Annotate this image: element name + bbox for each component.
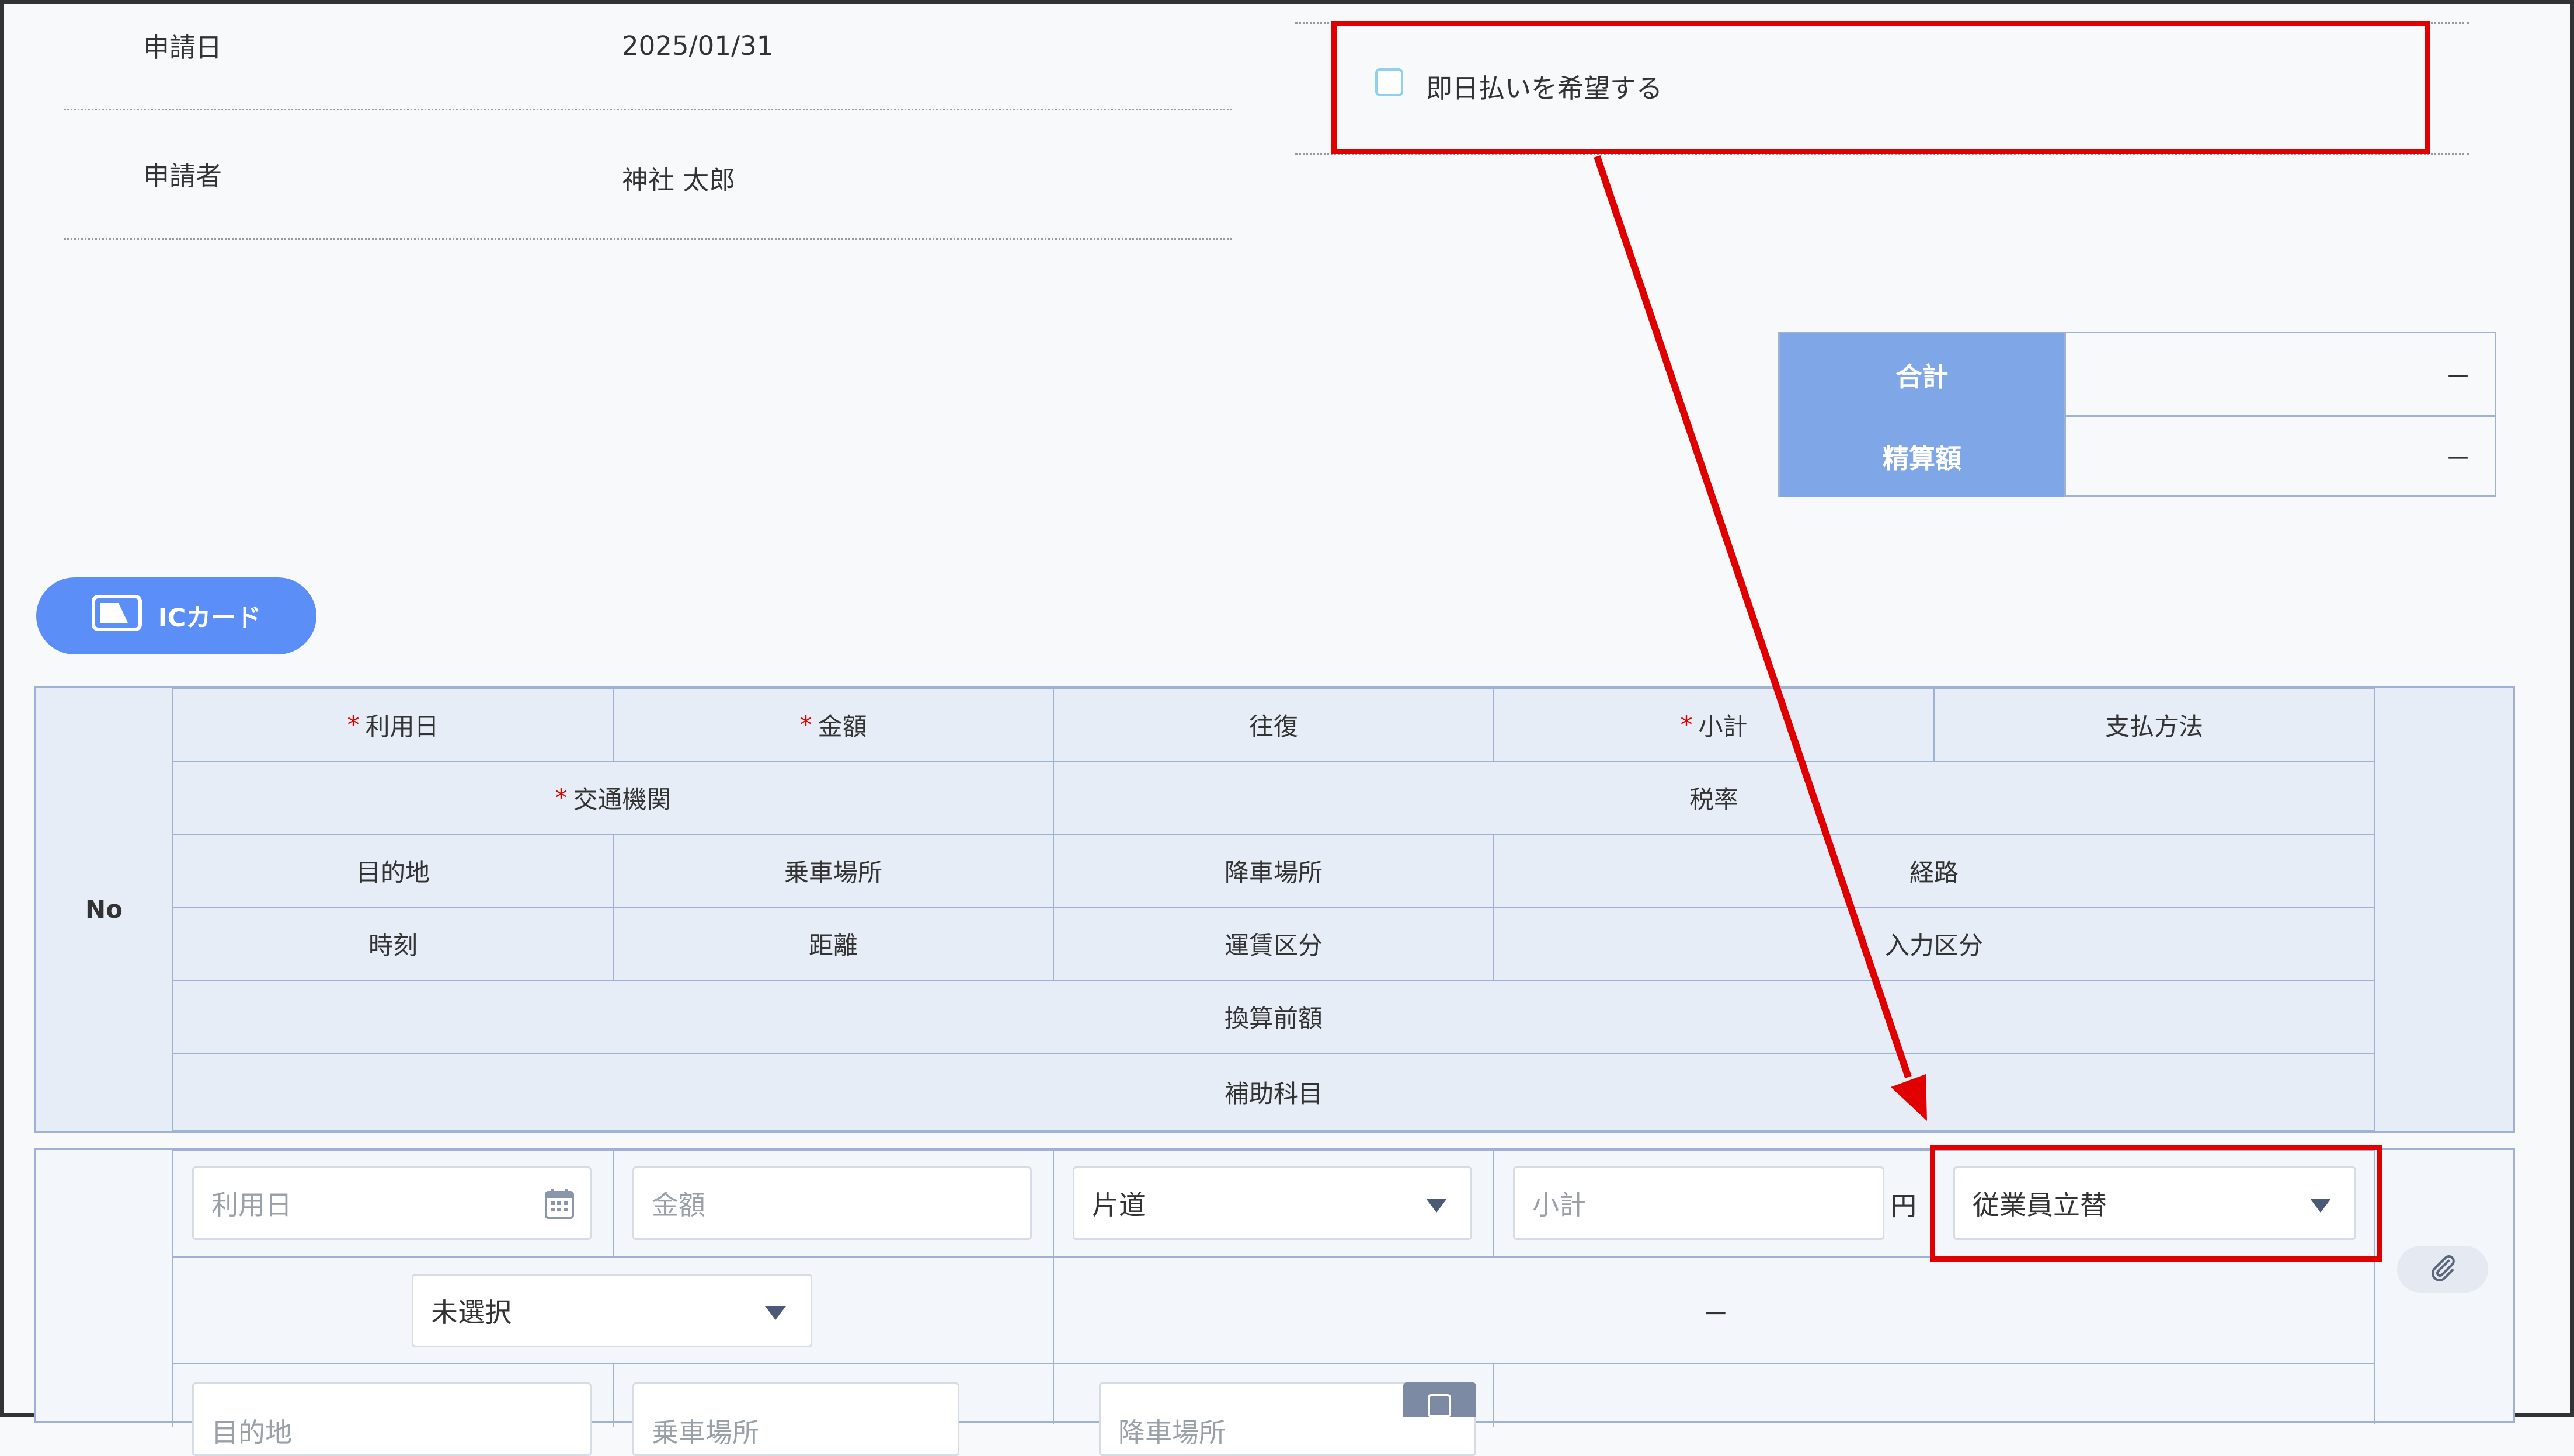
annotation-arrow: [1594, 155, 1927, 1121]
boarding-placeholder: 乗車場所: [652, 1417, 759, 1448]
alighting-placeholder: 降車場所: [1118, 1417, 1226, 1448]
destination-placeholder: 目的地: [211, 1417, 292, 1448]
